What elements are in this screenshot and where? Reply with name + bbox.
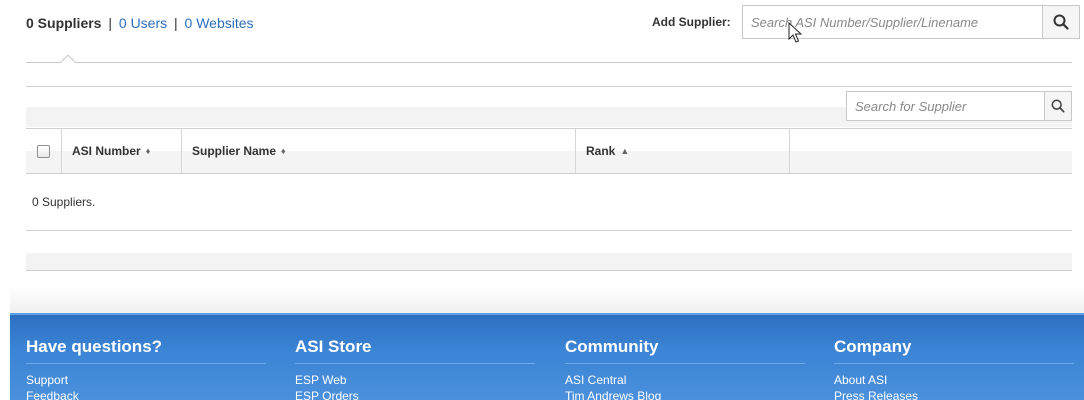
footer-column-questions: Have questions? Support Feedback (26, 315, 266, 400)
tab-users[interactable]: 0 Users (119, 15, 167, 31)
search-icon (1053, 14, 1069, 30)
supplier-search-button[interactable] (1044, 91, 1072, 121)
column-asi-number[interactable]: ASI Number ♦ (62, 129, 182, 173)
select-all-cell (26, 129, 62, 173)
sort-both-icon: ♦ (281, 146, 286, 156)
footer-link-asi-central[interactable]: ASI Central (565, 372, 805, 388)
supplier-filter-search (846, 91, 1072, 121)
footer-link-feedback[interactable]: Feedback (26, 388, 266, 400)
footer-link-esp-orders[interactable]: ESP Orders (295, 388, 535, 400)
footer-heading: Community (565, 337, 805, 364)
footer-link-tim-andrews-blog[interactable]: Tim Andrews Blog (565, 388, 805, 400)
column-label: Rank (586, 144, 616, 158)
table-footer-band (26, 231, 1072, 271)
tab-suppliers[interactable]: 0 Suppliers (26, 15, 101, 31)
text-cursor-icon (788, 22, 802, 43)
suppliers-table-header: ASI Number ♦ Supplier Name ♦ Rank ▲ (26, 128, 1072, 174)
select-all-checkbox[interactable] (37, 144, 50, 158)
footer-heading: Company (834, 337, 1074, 364)
column-supplier-name[interactable]: Supplier Name ♦ (182, 129, 576, 173)
tab-underline (26, 62, 1072, 63)
column-rank[interactable]: Rank ▲ (576, 129, 790, 173)
footer-link-press-releases[interactable]: Press Releases (834, 388, 1074, 400)
footer-column-community: Community ASI Central Tim Andrews Blog (565, 315, 805, 400)
footer-column-company: Company About ASI Press Releases (834, 315, 1074, 400)
sort-asc-icon: ▲ (620, 146, 630, 156)
sort-both-icon: ♦ (145, 146, 151, 156)
add-supplier-search-button[interactable] (1042, 5, 1080, 39)
active-tab-pointer (60, 52, 76, 63)
footer-column-store: ASI Store ESP Web ESP Orders (295, 315, 535, 400)
column-label: Supplier Name (192, 144, 277, 158)
footer-heading: ASI Store (295, 337, 535, 364)
column-actions (790, 129, 1072, 173)
add-supplier-label: Add Supplier: (652, 15, 731, 29)
tab-websites[interactable]: 0 Websites (185, 15, 254, 31)
footer-shade (10, 286, 1084, 314)
tab-separator: | (108, 15, 112, 31)
footer-link-about-asi[interactable]: About ASI (834, 372, 1074, 388)
empty-table-message: 0 Suppliers. (32, 195, 96, 209)
column-label: ASI Number (72, 144, 141, 158)
tab-separator: | (174, 15, 178, 31)
site-footer: Have questions? Support Feedback ASI Sto… (10, 313, 1084, 400)
entity-tabs: 0 Suppliers | 0 Users | 0 Websites (26, 15, 254, 31)
footer-heading: Have questions? (26, 337, 266, 364)
footer-link-support[interactable]: Support (26, 372, 266, 388)
footer-link-esp-web[interactable]: ESP Web (295, 372, 535, 388)
supplier-search-input[interactable] (846, 91, 1044, 121)
search-icon (1051, 99, 1065, 113)
add-supplier-input[interactable] (742, 5, 1042, 39)
